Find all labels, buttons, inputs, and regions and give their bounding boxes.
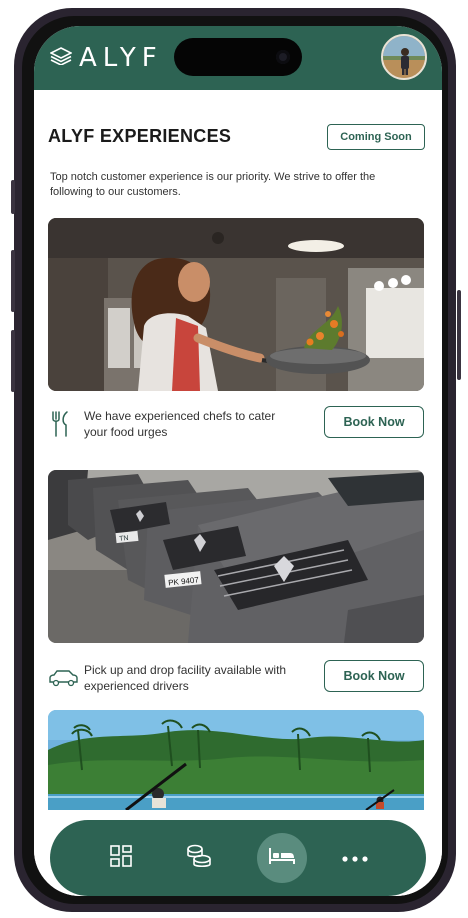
avatar[interactable]	[381, 34, 427, 80]
action-button	[11, 180, 15, 214]
experience-text: Pick up and drop facility available with…	[84, 663, 287, 693]
bottom-nav	[50, 820, 426, 896]
dynamic-island	[174, 38, 302, 76]
front-camera	[276, 50, 290, 64]
grid-icon	[109, 844, 133, 873]
logo-layers-icon	[49, 46, 73, 70]
book-now-button-chef[interactable]: Book Now	[324, 406, 424, 438]
volume-down-button	[11, 330, 15, 392]
experience-row-chef: We have experienced chefs to cater your …	[48, 406, 424, 442]
car-icon	[48, 664, 78, 692]
nav-bed[interactable]	[257, 833, 307, 883]
book-now-button-driver[interactable]: Book Now	[324, 660, 424, 692]
nav-grid[interactable]	[96, 833, 146, 883]
more-icon	[342, 849, 368, 867]
power-button	[457, 290, 461, 380]
fork-knife-icon	[48, 410, 74, 438]
brand-logo[interactable]: ALYF	[49, 43, 163, 73]
top-bar: ALYF	[34, 26, 442, 90]
coins-icon	[185, 843, 213, 874]
app-screen: ALYF ALYF EXPERIENCES Coming Soon Top no…	[34, 26, 442, 896]
experience-row-driver: Pick up and drop facility available with…	[48, 660, 424, 696]
volume-up-button	[11, 250, 15, 312]
page-title: ALYF EXPERIENCES	[48, 126, 232, 146]
bed-icon	[268, 845, 296, 872]
chef-image	[48, 218, 424, 391]
coming-soon-button[interactable]: Coming Soon	[327, 124, 425, 150]
page-description: Top notch customer experience is our pri…	[50, 171, 376, 198]
logo-text: ALYF	[79, 43, 163, 73]
plate-text: TN	[119, 535, 129, 543]
nav-coins[interactable]	[174, 833, 224, 883]
nav-more[interactable]	[330, 833, 380, 883]
kayak-image	[48, 710, 424, 810]
experience-text: We have experienced chefs to cater your …	[84, 409, 276, 439]
main-content: ALYF EXPERIENCES Coming Soon Top notch c…	[34, 90, 442, 896]
cars-image: PK 9407 TN	[48, 470, 424, 643]
